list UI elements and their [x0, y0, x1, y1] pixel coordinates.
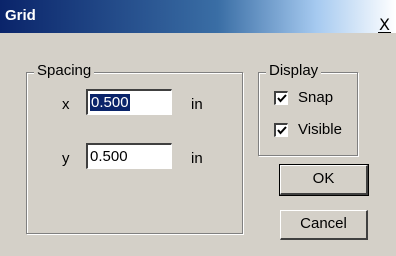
- snap-checkbox[interactable]: [274, 91, 288, 105]
- y-label: y: [62, 150, 70, 167]
- x-spacing-input[interactable]: 0.500: [86, 89, 172, 115]
- dialog-title: Grid: [5, 7, 36, 24]
- title-bar[interactable]: Grid X: [0, 0, 396, 33]
- checkmark-icon: [277, 94, 287, 103]
- display-legend: Display: [266, 62, 322, 79]
- cancel-button[interactable]: Cancel: [280, 210, 368, 240]
- y-spacing-value: 0.500: [90, 148, 128, 165]
- ok-button[interactable]: OK: [279, 164, 369, 196]
- x-label: x: [62, 96, 70, 113]
- snap-label[interactable]: Snap: [298, 89, 333, 106]
- visible-checkbox[interactable]: [274, 123, 288, 137]
- checkmark-icon: [277, 126, 287, 135]
- spacing-legend: Spacing: [34, 62, 95, 79]
- visible-label[interactable]: Visible: [298, 121, 342, 138]
- grid-dialog: Grid X Spacing x 0.500 in y 0.500 in Dis…: [0, 0, 396, 256]
- y-unit-label: in: [191, 150, 203, 167]
- display-group: Display: [258, 62, 358, 156]
- close-icon: X: [378, 15, 391, 34]
- close-button[interactable]: X: [378, 15, 391, 34]
- x-spacing-value: 0.500: [90, 94, 130, 111]
- x-unit-label: in: [191, 96, 203, 113]
- y-spacing-input[interactable]: 0.500: [86, 143, 172, 169]
